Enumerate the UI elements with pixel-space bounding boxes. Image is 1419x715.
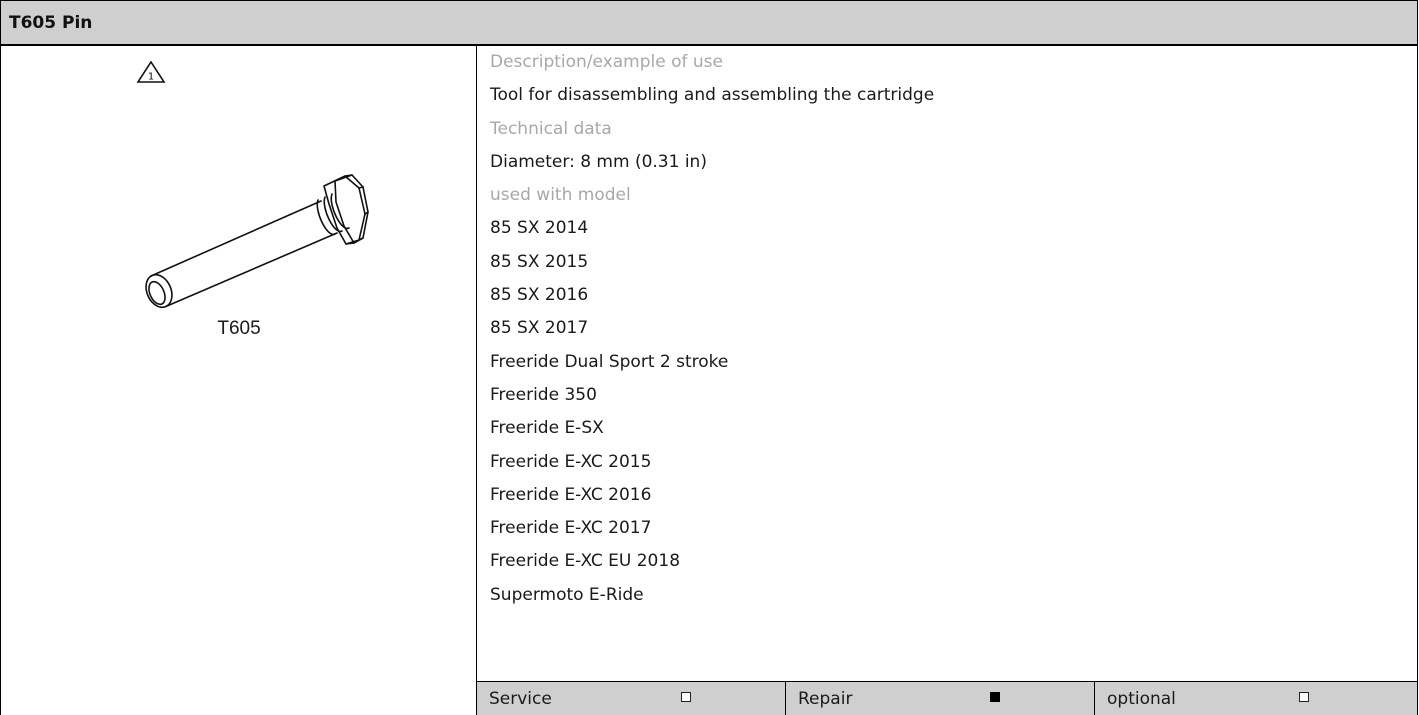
model-item: Freeride E-SX — [490, 418, 604, 439]
service-cell: Service — [477, 682, 786, 715]
model-item: 85 SX 2014 — [490, 218, 589, 239]
model-list: 85 SX 2014 85 SX 2015 85 SX 2016 85 SX 2… — [477, 212, 1417, 612]
tool-figure-panel: 1 T605 — [1, 46, 477, 715]
optional-label: optional — [1107, 688, 1176, 709]
tool-sheet: T605 Pin 1 T605 Description/example of u… — [0, 0, 1418, 715]
optional-cell: optional — [1095, 682, 1417, 715]
models-label: used with model — [490, 185, 631, 206]
technical-data-value: Diameter: 8 mm (0.31 in) — [490, 151, 707, 172]
technical-data-label: Technical data — [490, 118, 612, 139]
tool-body: 1 T605 Description/example of use Tool f… — [1, 46, 1417, 715]
warning-triangle-icon: 1 — [136, 60, 166, 83]
warning-number: 1 — [148, 72, 154, 83]
usage-category-row: Service Repair optional — [477, 681, 1417, 715]
model-item: Freeride Dual Sport 2 stroke — [490, 351, 729, 372]
service-checkbox — [681, 692, 691, 702]
model-item: 85 SX 2017 — [490, 318, 589, 339]
model-item: Supermoto E-Ride — [490, 584, 644, 605]
service-label: Service — [489, 688, 552, 709]
tool-code-label: T605 — [217, 318, 261, 339]
pin-tool-illustration — [145, 174, 369, 309]
model-item: Freeride E-XC 2017 — [490, 518, 652, 539]
model-item: 85 SX 2015 — [490, 251, 589, 272]
model-item: Freeride E-XC 2016 — [490, 484, 652, 505]
repair-label: Repair — [798, 688, 853, 709]
description-label: Description/example of use — [490, 52, 724, 72]
model-item: Freeride E-XC 2015 — [490, 451, 652, 472]
repair-checkbox — [990, 692, 1000, 702]
model-item: Freeride E-XC EU 2018 — [490, 551, 681, 572]
model-item: Freeride 350 — [490, 384, 597, 405]
page-title: T605 Pin — [1, 0, 1417, 46]
model-item: 85 SX 2016 — [490, 285, 589, 306]
tool-details-panel: Description/example of use Tool for disa… — [477, 46, 1417, 715]
description-value: Tool for disassembling and assembling th… — [490, 85, 935, 106]
repair-cell: Repair — [786, 682, 1095, 715]
optional-checkbox — [1299, 692, 1309, 702]
